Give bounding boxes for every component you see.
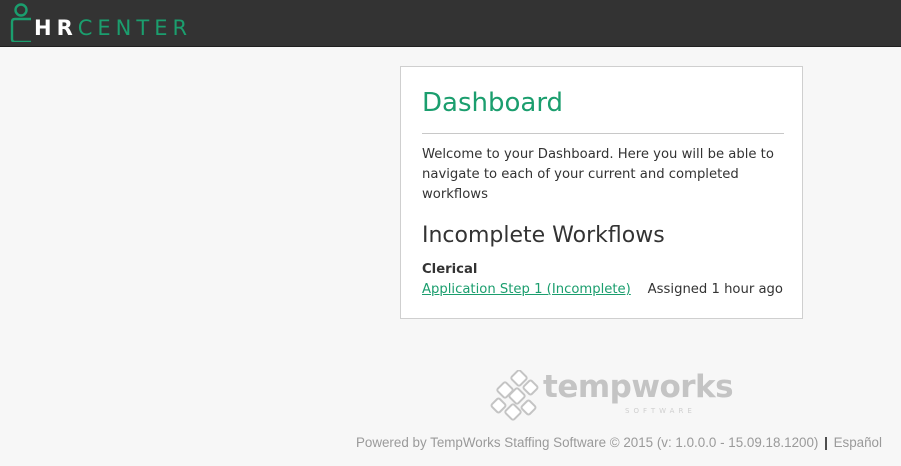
dashboard-intro-text: Welcome to your Dashboard. Here you will… <box>422 147 774 202</box>
logo-text-center: CENTER <box>77 16 193 40</box>
footer-separator: | <box>824 435 828 450</box>
footer: Powered by TempWorks Staffing Software ©… <box>356 434 882 452</box>
title-divider <box>422 133 784 134</box>
tempworks-wordmark: tempworks <box>543 369 734 405</box>
tempworks-cubes-icon <box>490 370 539 421</box>
tempworks-tagline: SOFTWARE <box>625 407 696 415</box>
logo-text-hr: HR <box>34 16 78 40</box>
top-bar: HRCENTER <box>0 0 901 47</box>
dashboard-card: Dashboard Welcome to your Dashboard. Her… <box>400 66 803 319</box>
tempworks-logo: tempworks SOFTWARE <box>489 369 734 426</box>
powered-by-text: Powered by TempWorks Staffing Software ©… <box>355 435 819 450</box>
logo-text: HRCENTER <box>34 14 192 42</box>
person-badge-icon <box>10 3 31 42</box>
workflow-group-label: Clerical <box>422 262 478 277</box>
workflow-link-application-step-1[interactable]: Application Step 1 (Incomplete) <box>422 280 631 300</box>
language-link-espanol[interactable]: Español <box>834 435 882 450</box>
incomplete-workflows-heading: Incomplete Workflows <box>422 223 665 248</box>
workflow-assigned-time: Assigned 1 hour ago <box>647 282 783 297</box>
page-title: Dashboard <box>422 88 564 118</box>
